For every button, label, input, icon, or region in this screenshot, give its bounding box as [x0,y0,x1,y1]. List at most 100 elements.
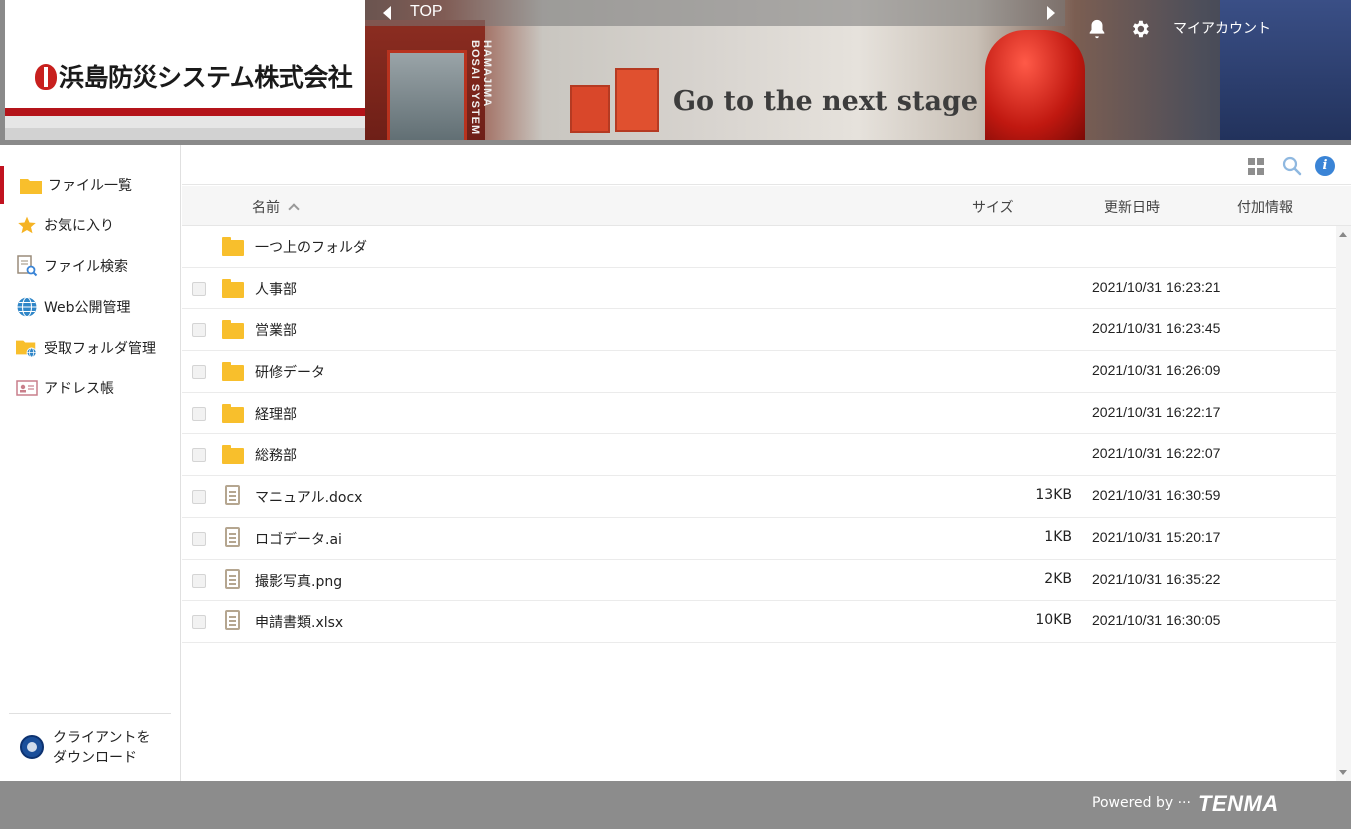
bell-icon[interactable] [1086,18,1108,40]
column-header-extra-info[interactable]: 付加情報 [1237,197,1293,217]
table-row[interactable]: 撮影写真.png 2KB 2021/10/31 16:35:22 [182,560,1336,602]
globe-icon [16,297,38,317]
file-name: 申請書類.xlsx [255,615,344,632]
row-checkbox[interactable] [192,573,206,588]
row-checkbox[interactable] [192,281,206,296]
fire-extinguisher-image [985,30,1085,140]
logo-text: 浜島防災システム株式会社 [59,63,353,92]
scroll-up-arrow-icon[interactable] [1339,232,1347,237]
folder-icon [222,320,244,340]
breadcrumb-top[interactable]: TOP [410,3,443,21]
document-icon [222,610,244,631]
sidebar: ファイル一覧 お気に入り ファイル検索 Web公開管理 受取フォルダ管理 アドレ… [0,145,181,781]
sidebar-item-address-book[interactable]: アドレス帳 [0,369,181,407]
file-size: 10KB [1035,612,1072,629]
sidebar-item-receive-folder[interactable]: 受取フォルダ管理 [0,329,181,367]
table-header: 名前 サイズ 更新日時 付加情報 [182,186,1351,226]
column-header-name[interactable]: 名前 [252,197,300,217]
column-header-size[interactable]: サイズ [972,197,1014,217]
client-download-button[interactable]: クライアントを ダウンロード [20,725,180,773]
file-list-panel: i 名前 サイズ 更新日時 付加情報 一つ上のフォルダ 人事部 2021/10/… [182,145,1351,781]
column-header-modified[interactable]: 更新日時 [1104,197,1160,217]
sidebar-item-label: ファイル一覧 [48,178,132,194]
folder-icon [222,237,244,256]
logo-mark-icon [35,64,57,90]
banner-slogan: Go to the next stage [673,86,979,117]
folder-icon [222,403,244,423]
tenma-logo[interactable]: TENMA [1198,791,1279,817]
document-icon [222,568,244,589]
table-row[interactable]: 人事部 2021/10/31 16:23:21 [182,268,1336,310]
document-icon [222,485,244,506]
scroll-down-arrow-icon[interactable] [1339,770,1347,775]
sidebar-item-favorites[interactable]: お気に入り [0,206,181,244]
chevron-right-icon[interactable] [1047,6,1055,20]
sidebar-item-label: ファイル検索 [44,259,128,275]
sort-ascending-icon [288,203,300,215]
file-name: 一つ上のフォルダ [255,240,367,256]
row-checkbox[interactable] [192,323,206,338]
sidebar-item-file-search[interactable]: ファイル検索 [0,247,181,285]
logo-gray-bar [5,128,365,140]
sidebar-item-label: Web公開管理 [44,300,131,316]
row-checkbox[interactable] [192,448,206,463]
folder-icon [222,445,244,465]
file-rows: 一つ上のフォルダ 人事部 2021/10/31 16:23:21 営業部 202… [182,226,1336,643]
sidebar-item-label: お気に入り [44,218,114,234]
sidebar-item-file-list[interactable]: ファイル一覧 [0,166,181,204]
info-icon[interactable]: i [1315,156,1335,176]
logo-gray-bar [5,116,365,128]
row-checkbox[interactable] [192,531,206,546]
my-account-link[interactable]: マイアカウント [1173,18,1271,38]
client-download-label: クライアントを [53,730,151,746]
file-modified: 2021/10/31 16:22:17 [1092,403,1221,420]
sidebar-item-web-publish[interactable]: Web公開管理 [0,288,181,326]
document-icon [222,526,244,547]
grid-view-icon[interactable] [1248,156,1268,176]
row-checkbox[interactable] [192,615,206,630]
chevron-left-icon[interactable] [383,6,391,20]
row-checkbox[interactable] [192,490,206,505]
table-row[interactable]: 申請書類.xlsx 10KB 2021/10/31 16:30:05 [182,601,1336,643]
table-row[interactable]: 経理部 2021/10/31 16:22:17 [182,393,1336,435]
breadcrumb: TOP [365,0,1065,26]
file-name: 研修データ [255,365,325,382]
toolbar: i [182,145,1351,185]
file-modified: 2021/10/31 16:30:05 [1092,612,1221,629]
folder-icon [222,278,244,298]
file-name: 総務部 [255,448,297,465]
folder-globe-icon [16,338,38,358]
client-download-label: ダウンロード [53,750,137,766]
header: 浜島防災システム株式会社 HAMAJIMA BOSAI SYSTEM Go to… [0,0,1351,145]
parent-folder-row[interactable]: 一つ上のフォルダ [182,226,1336,268]
file-modified: 2021/10/31 15:20:17 [1092,528,1221,545]
vertical-scrollbar[interactable] [1336,226,1351,781]
file-modified: 2021/10/31 16:26:09 [1092,362,1221,379]
banner-fire-box [615,68,659,132]
table-row[interactable]: 研修データ 2021/10/31 16:26:09 [182,351,1336,393]
company-logo[interactable]: 浜島防災システム株式会社 [5,0,365,140]
address-card-icon [16,378,38,398]
file-name: 経理部 [255,406,297,423]
gear-icon[interactable] [1129,18,1151,40]
file-name: 人事部 [255,281,297,298]
file-name: 営業部 [255,323,297,340]
row-checkbox[interactable] [192,365,206,380]
row-checkbox[interactable] [192,406,206,421]
file-name: ロゴデータ.ai [255,531,342,548]
table-row[interactable]: ロゴデータ.ai 1KB 2021/10/31 15:20:17 [182,518,1336,560]
file-modified: 2021/10/31 16:23:21 [1092,278,1221,295]
file-modified: 2021/10/31 16:23:45 [1092,320,1221,337]
table-row[interactable]: 総務部 2021/10/31 16:22:07 [182,434,1336,477]
file-name: マニュアル.docx [255,490,363,507]
table-row[interactable]: マニュアル.docx 13KB 2021/10/31 16:30:59 [182,476,1336,518]
banner-fire-box [570,85,610,133]
search-icon[interactable] [1282,156,1302,176]
file-size: 13KB [1035,487,1072,504]
footer: Powered by ··· TENMA [0,781,1351,829]
sidebar-item-label: 受取フォルダ管理 [44,341,156,357]
sidebar-item-label: アドレス帳 [44,381,114,397]
star-icon [16,215,38,235]
table-row[interactable]: 営業部 2021/10/31 16:23:45 [182,309,1336,352]
client-app-icon [20,735,44,759]
